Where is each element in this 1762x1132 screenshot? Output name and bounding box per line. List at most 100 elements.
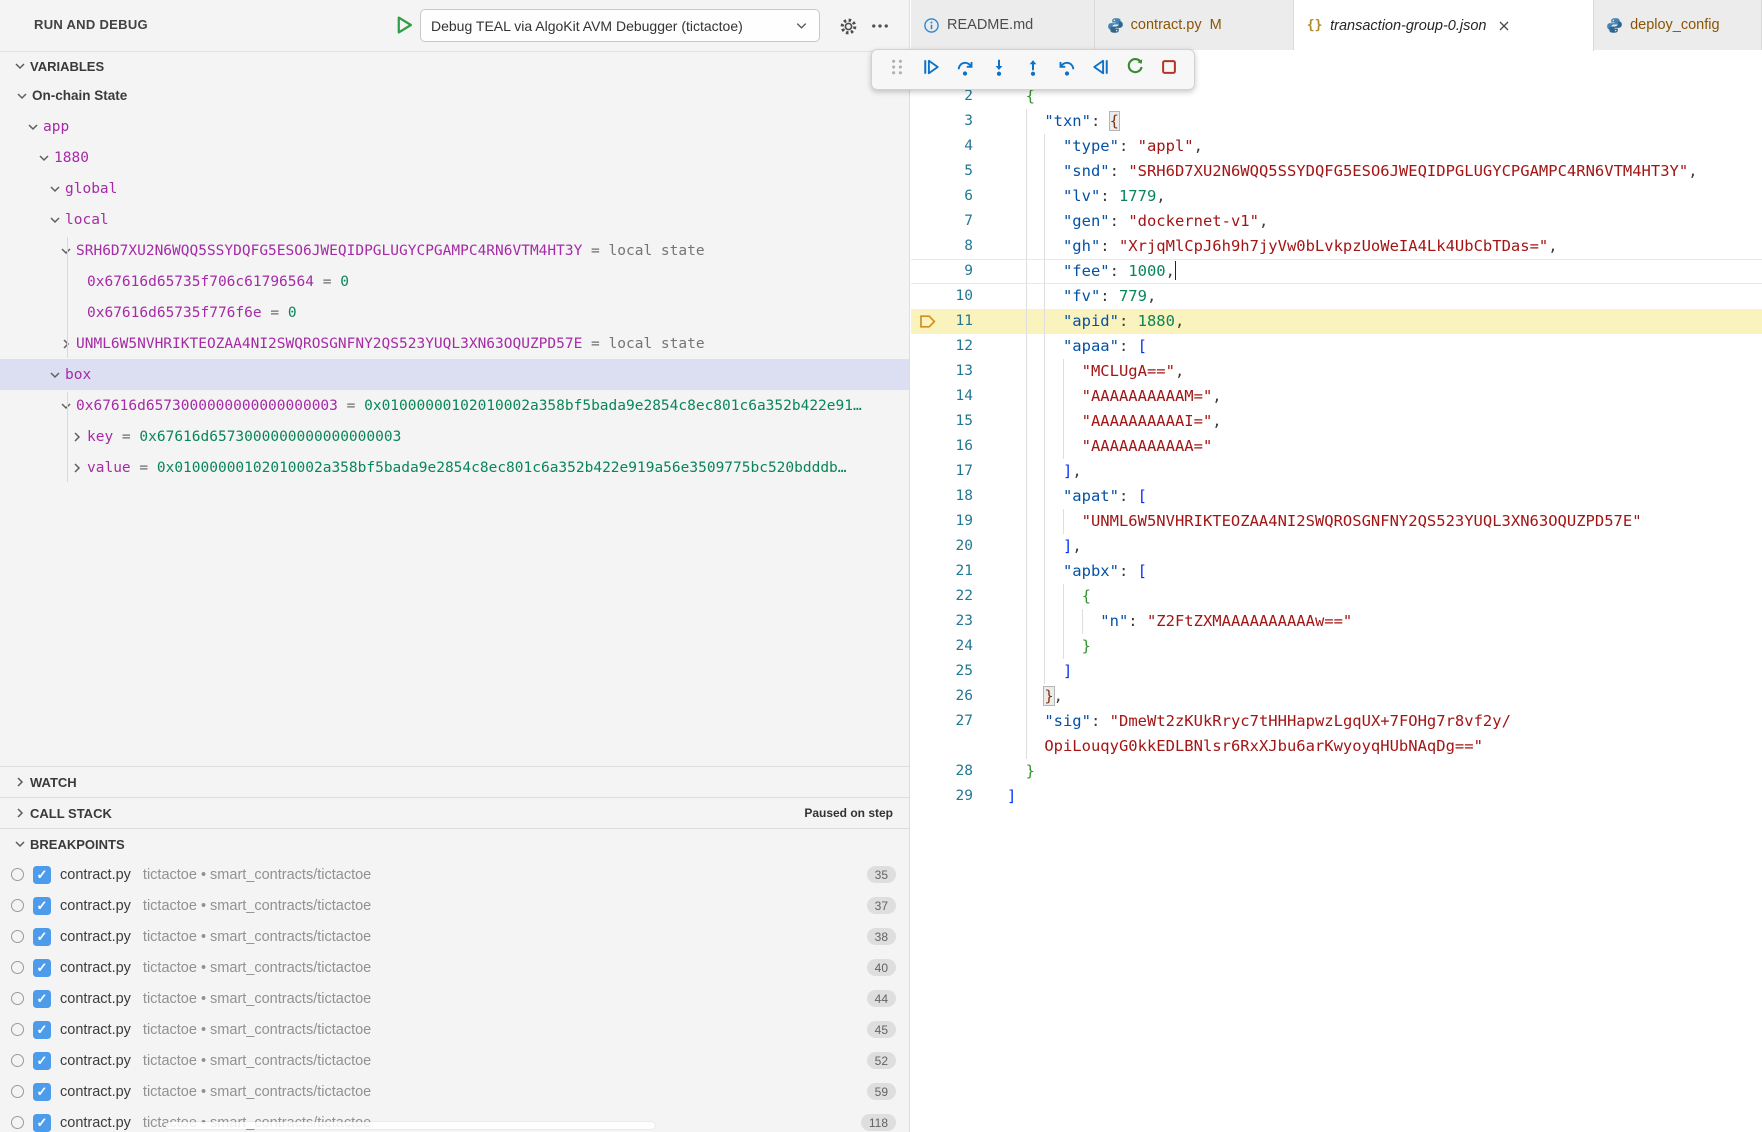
editor-gutter[interactable]: 21 <box>911 559 1007 584</box>
breakpoint-row[interactable]: ✓contract.pytictactoe • smart_contracts/… <box>0 1076 909 1107</box>
breakpoints-section-header[interactable]: BREAKPOINTS <box>0 828 909 859</box>
tab-deploy-config[interactable]: deploy_config <box>1594 0 1762 50</box>
editor-gutter[interactable]: 26 <box>911 684 1007 709</box>
editor-gutter[interactable]: 7 <box>911 209 1007 234</box>
editor-line[interactable]: 16"AAAAAAAAAAA=" <box>911 434 1762 459</box>
editor-gutter[interactable]: 17 <box>911 459 1007 484</box>
editor-gutter[interactable]: 11 <box>911 309 1007 334</box>
stop-button[interactable] <box>1152 53 1186 87</box>
editor-code-view[interactable]: 2{3"txn": {4"type": "appl",5"snd": "SRH6… <box>911 50 1762 1132</box>
chevron-down-icon[interactable] <box>36 150 54 166</box>
editor-line[interactable]: 22{ <box>911 584 1762 609</box>
reverse-continue-button[interactable] <box>1084 53 1118 87</box>
chevron-down-icon[interactable] <box>47 181 65 197</box>
tree-row[interactable]: key = 0x67616d6573000000000000000003 <box>0 421 909 452</box>
breakpoint-row[interactable]: ✓contract.pytictactoe • smart_contracts/… <box>0 859 909 890</box>
editor-line[interactable]: 28} <box>911 759 1762 784</box>
tree-row[interactable]: On-chain State <box>0 80 909 111</box>
tab-transaction-group-0-json[interactable]: {}transaction-group-0.json <box>1294 0 1594 51</box>
editor-line[interactable]: 8"gh": "XrjqMlCpJ6h9h7jyVw0bLvkpzUoWeIA4… <box>911 234 1762 259</box>
breakpoint-row[interactable]: ✓contract.pytictactoe • smart_contracts/… <box>0 952 909 983</box>
step-over-button[interactable] <box>948 53 982 87</box>
chevron-down-icon[interactable] <box>14 88 32 104</box>
tree-row[interactable]: 0x67616d6573000000000000000003 = 0x01000… <box>0 390 909 421</box>
tree-row[interactable]: app <box>0 111 909 142</box>
tree-row[interactable]: box <box>0 359 909 390</box>
variables-section-header[interactable]: VARIABLES <box>0 52 909 80</box>
editor-gutter[interactable]: 8 <box>911 234 1007 259</box>
editor-line[interactable]: 6"lv": 1779, <box>911 184 1762 209</box>
tab-contract-py[interactable]: contract.pyM <box>1095 0 1294 50</box>
editor-gutter[interactable]: 12 <box>911 334 1007 359</box>
breakpoint-checkbox[interactable]: ✓ <box>33 897 51 915</box>
breakpoint-row[interactable]: ✓contract.pytictactoe • smart_contracts/… <box>0 890 909 921</box>
breakpoint-checkbox[interactable]: ✓ <box>33 1083 51 1101</box>
step-into-button[interactable] <box>982 53 1016 87</box>
continue-button[interactable] <box>914 53 948 87</box>
editor-line[interactable]: 29] <box>911 784 1762 809</box>
editor-line[interactable]: 26}, <box>911 684 1762 709</box>
editor-gutter[interactable]: 15 <box>911 409 1007 434</box>
editor-gutter[interactable]: 14 <box>911 384 1007 409</box>
editor-line[interactable]: 4"type": "appl", <box>911 134 1762 159</box>
tree-row[interactable]: global <box>0 173 909 204</box>
editor-line[interactable]: 18"apat": [ <box>911 484 1762 509</box>
editor-line[interactable]: 3"txn": { <box>911 109 1762 134</box>
breakpoint-row[interactable]: ✓contract.pytictactoe • smart_contracts/… <box>0 983 909 1014</box>
tree-row[interactable]: SRH6D7XU2N6WQQ5SSYDQFG5ESO6JWEQIDPGLUGYC… <box>0 235 909 266</box>
editor-line[interactable]: 15"AAAAAAAAAAI=", <box>911 409 1762 434</box>
editor-gutter[interactable]: 16 <box>911 434 1007 459</box>
editor-gutter[interactable]: 25 <box>911 659 1007 684</box>
tree-row[interactable]: 0x67616d65735f776f6e = 0 <box>0 297 909 328</box>
editor-line[interactable]: OpiLouqyG0kkEDLBNlsr6RxXJbu6arKwyoyqHUbN… <box>911 734 1762 759</box>
editor-gutter[interactable]: 9 <box>911 259 1007 284</box>
editor-line[interactable]: 25] <box>911 659 1762 684</box>
breakpoint-checkbox[interactable]: ✓ <box>33 866 51 884</box>
tree-row[interactable]: UNML6W5NVHRIKTEOZAA4NI2SWQROSGNFNY2QS523… <box>0 328 909 359</box>
editor-line[interactable]: 27"sig": "DmeWt2zKUkRryc7tHHHapwzLgqUX+7… <box>911 709 1762 734</box>
editor-gutter[interactable]: 18 <box>911 484 1007 509</box>
tab-readme-md[interactable]: README.md <box>911 0 1095 50</box>
editor-line[interactable]: 21"apbx": [ <box>911 559 1762 584</box>
breakpoint-checkbox[interactable]: ✓ <box>33 928 51 946</box>
editor-line[interactable]: 5"snd": "SRH6D7XU2N6WQQ5SSYDQFG5ESO6JWEQ… <box>911 159 1762 184</box>
tree-row[interactable]: 1880 <box>0 142 909 173</box>
breakpoint-checkbox[interactable]: ✓ <box>33 1021 51 1039</box>
editor-gutter[interactable]: 28 <box>911 759 1007 784</box>
more-actions-button[interactable] <box>868 14 892 38</box>
breakpoint-checkbox[interactable]: ✓ <box>33 990 51 1008</box>
step-out-button[interactable] <box>1016 53 1050 87</box>
chevron-down-icon[interactable] <box>25 119 43 135</box>
debug-start-button[interactable] <box>393 14 415 36</box>
editor-gutter[interactable]: 22 <box>911 584 1007 609</box>
editor-line[interactable]: 11"apid": 1880, <box>911 309 1762 334</box>
chevron-right-icon[interactable] <box>69 460 87 476</box>
tree-row[interactable]: local <box>0 204 909 235</box>
tree-row[interactable]: 0x67616d65735f706c61796564 = 0 <box>0 266 909 297</box>
chevron-down-icon[interactable] <box>47 212 65 228</box>
close-icon[interactable] <box>1496 18 1512 34</box>
breakpoint-checkbox[interactable]: ✓ <box>33 959 51 977</box>
editor-line[interactable]: 24} <box>911 634 1762 659</box>
editor-gutter[interactable]: 3 <box>911 109 1007 134</box>
editor-gutter[interactable]: 6 <box>911 184 1007 209</box>
breakpoint-row[interactable]: ✓contract.pytictactoe • smart_contracts/… <box>0 921 909 952</box>
editor-line[interactable]: 17], <box>911 459 1762 484</box>
editor-line[interactable]: 7"gen": "dockernet-v1", <box>911 209 1762 234</box>
editor-gutter[interactable] <box>911 734 1007 759</box>
editor-gutter[interactable]: 24 <box>911 634 1007 659</box>
step-back-button[interactable] <box>1050 53 1084 87</box>
breakpoint-row[interactable]: ✓contract.pytictactoe • smart_contracts/… <box>0 1045 909 1076</box>
editor-line[interactable]: 13"MCLUgA==", <box>911 359 1762 384</box>
editor-gutter[interactable]: 5 <box>911 159 1007 184</box>
editor-line[interactable]: 19"UNML6W5NVHRIKTEOZAA4NI2SWQROSGNFNY2QS… <box>911 509 1762 534</box>
breakpoint-checkbox[interactable]: ✓ <box>33 1052 51 1070</box>
debug-config-dropdown[interactable]: Debug TEAL via AlgoKit AVM Debugger (tic… <box>420 9 820 42</box>
call-stack-section-header[interactable]: CALL STACK Paused on step <box>0 797 909 828</box>
horizontal-scrollbar[interactable] <box>166 1122 655 1129</box>
editor-line[interactable]: 10"fv": 779, <box>911 284 1762 309</box>
watch-section-header[interactable]: WATCH <box>0 766 909 797</box>
chevron-down-icon[interactable] <box>47 367 65 383</box>
editor-gutter[interactable]: 10 <box>911 284 1007 309</box>
editor-gutter[interactable]: 4 <box>911 134 1007 159</box>
